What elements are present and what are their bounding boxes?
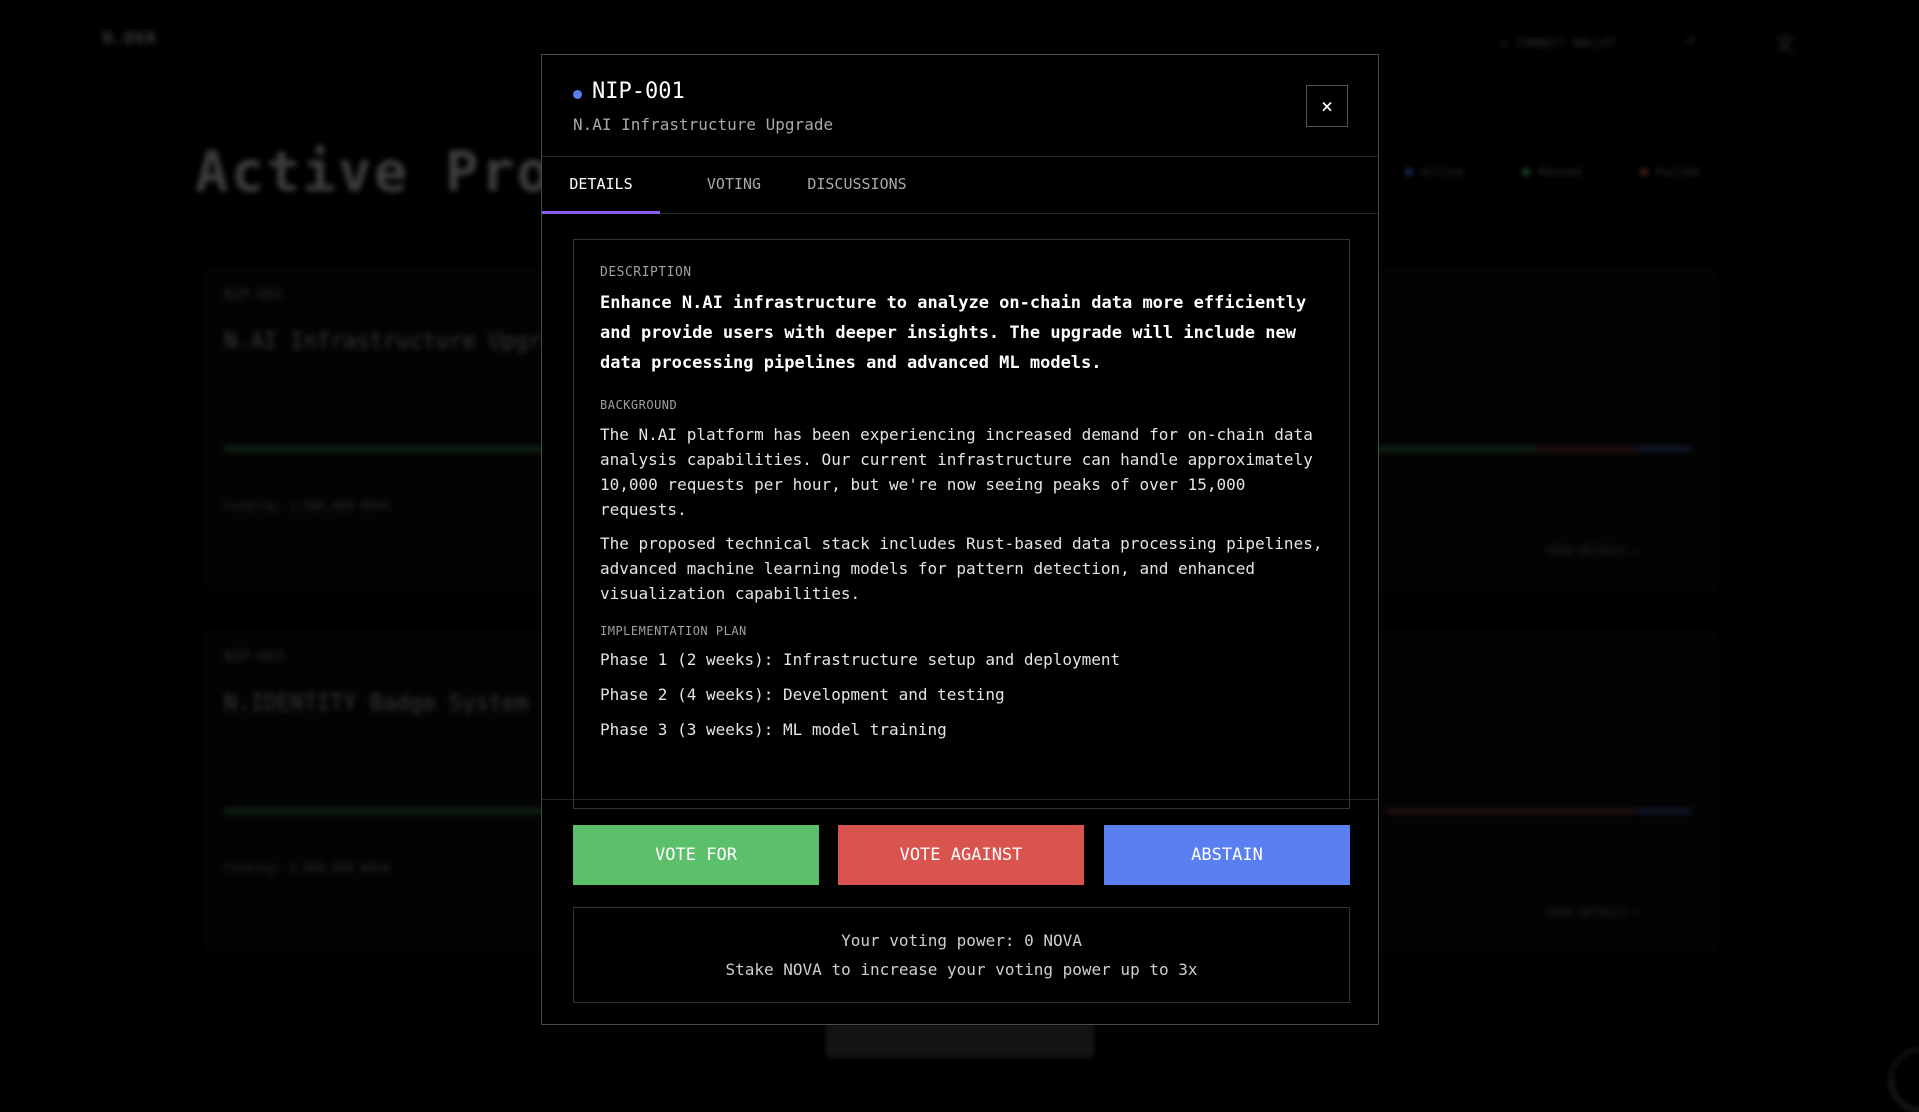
description-label: DESCRIPTION xyxy=(600,265,692,280)
status-dot-icon xyxy=(573,90,582,99)
tab-bar: DETAILS VOTING DISCUSSIONS xyxy=(542,156,1378,214)
background-paragraph: The N.AI platform has been experiencing … xyxy=(600,425,1313,519)
background-paragraph: The proposed technical stack includes Ru… xyxy=(600,534,1323,603)
abstain-button[interactable]: ABSTAIN xyxy=(1104,825,1350,885)
proposal-modal: NIP-001 N.AI Infrastructure Upgrade × DE… xyxy=(541,54,1379,1025)
vote-against-button[interactable]: VOTE AGAINST xyxy=(838,825,1084,885)
modal-header: NIP-001 N.AI Infrastructure Upgrade × xyxy=(542,55,1378,157)
plan-item: Phase 1 (2 weeks): Infrastructure setup … xyxy=(600,650,1121,669)
tab-discussions[interactable]: DISCUSSIONS xyxy=(792,156,922,213)
background-label: BACKGROUND xyxy=(600,398,678,412)
proposal-id: NIP-001 xyxy=(592,79,685,104)
close-icon: × xyxy=(1320,94,1334,118)
implementation-label: IMPLEMENTATION PLAN xyxy=(600,624,747,638)
description-text: Enhance N.AI infrastructure to analyze o… xyxy=(600,293,1307,373)
tab-details[interactable]: DETAILS xyxy=(542,156,660,213)
close-button[interactable]: × xyxy=(1306,85,1348,127)
active-tab-indicator xyxy=(542,211,660,214)
details-panel[interactable]: DESCRIPTION Enhance N.AI infrastructure … xyxy=(573,239,1350,809)
tab-voting[interactable]: VOTING xyxy=(684,156,784,213)
voting-power-text: Your voting power: 0 NOVA xyxy=(841,931,1082,950)
stake-hint-text: Stake NOVA to increase your voting power… xyxy=(725,960,1198,979)
voting-power-info: Your voting power: 0 NOVA Stake NOVA to … xyxy=(573,907,1350,1003)
proposal-title: N.AI Infrastructure Upgrade xyxy=(573,115,834,134)
plan-item: Phase 3 (3 weeks): ML model training xyxy=(600,720,947,739)
plan-item: Phase 2 (4 weeks): Development and testi… xyxy=(600,685,1005,704)
vote-for-button[interactable]: VOTE FOR xyxy=(573,825,819,885)
divider xyxy=(542,799,1378,800)
